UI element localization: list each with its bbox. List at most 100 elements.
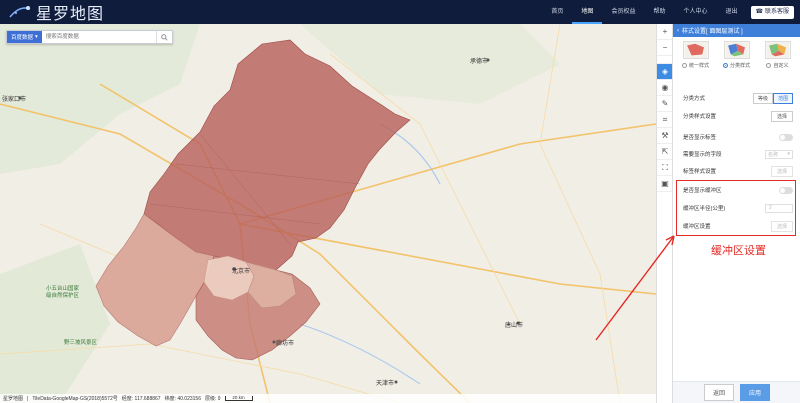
nav-logout[interactable]: 退出 — [716, 0, 746, 24]
target-icon: ◉ — [661, 83, 669, 92]
show-field-select[interactable]: 名称 ▾ — [765, 149, 793, 159]
panel-header: ‹ 样式设置[ 面图层测试 ] — [673, 24, 800, 37]
status-logo: 星罗地图 — [3, 396, 24, 402]
show-field-label: 需要显示的字段 — [683, 152, 722, 158]
toolbar-spacer — [657, 56, 673, 64]
nav-membership[interactable]: 会员权益 — [602, 0, 644, 24]
tools-button[interactable]: ⚒ — [657, 128, 673, 144]
image-button[interactable]: ▣ — [657, 176, 673, 192]
data-source-select[interactable]: 百度数据 ▾ — [7, 31, 42, 43]
top-bar: 星罗地图 首页 地图 会员权益 帮助 个人中心 退出 ☎ 联系客服 — [0, 0, 800, 24]
map-label-park-2: 级自然保护区 — [46, 293, 80, 299]
nav-help[interactable]: 帮助 — [644, 0, 674, 24]
zoom-out-button[interactable]: − — [657, 40, 673, 56]
search-input[interactable] — [41, 31, 156, 43]
ruler-icon: ✎ — [661, 99, 669, 108]
map-label-park-3: 野三坡风景区 — [64, 340, 98, 346]
map-base-layer — [0, 24, 656, 403]
classify-style-label: 分类样式设置 — [683, 114, 717, 120]
classify-method-label: 分类方式 — [683, 96, 706, 102]
style-type-options: 统一样式 分类样式 自定义 — [673, 37, 800, 69]
map-status-bar: 星罗地图 | TileData-GoogleMap-GS(2018)5572号 … — [0, 394, 656, 403]
measure-button[interactable]: ✎ — [657, 96, 673, 112]
radio-custom[interactable] — [766, 63, 772, 68]
chevron-down-icon: ▾ — [35, 34, 38, 40]
contact-support-button[interactable]: ☎ 联系客服 — [750, 5, 794, 19]
show-label-label: 是否显示标签 — [683, 135, 717, 141]
uniform-style-thumbnail — [682, 41, 709, 59]
top-nav: 首页 地图 会员权益 帮助 个人中心 退出 ☎ 联系客服 — [542, 0, 800, 24]
contact-support-label: 联系客服 — [764, 8, 789, 15]
apply-button[interactable]: 应用 — [740, 384, 771, 401]
chevron-down-icon: ▾ — [787, 151, 790, 157]
image-icon: ▣ — [661, 179, 669, 188]
map-label-beijing: 北京市 — [232, 269, 251, 275]
map-label-langfang: 廊坊市 — [276, 341, 295, 347]
wrench-icon: ⚒ — [661, 131, 669, 140]
star-logo-icon — [8, 3, 32, 21]
zoom-in-button[interactable]: + — [657, 24, 673, 40]
fullscreen-icon: ⛶ — [662, 162, 668, 172]
style-option-uniform[interactable]: 统一样式 — [677, 41, 715, 69]
nav-home[interactable]: 首页 — [542, 0, 572, 24]
classify-method-row: 分类方式 等级 范围 — [683, 92, 793, 104]
headset-icon: ☎ — [755, 8, 763, 15]
show-label-row: 是否显示标签 — [683, 131, 793, 143]
search-icon — [161, 33, 168, 41]
buffer-highlight-box — [676, 180, 796, 236]
label-style-row: 标签样式设置 选择 — [683, 165, 793, 177]
export-button[interactable]: ⇱ — [657, 144, 673, 160]
data-source-label: 百度数据 — [11, 35, 34, 41]
style-option-classified[interactable]: 分类样式 — [718, 41, 756, 69]
classify-style-select-button[interactable]: 选择 — [770, 110, 793, 122]
crop-icon: ⌗ — [662, 114, 668, 124]
fullscreen-button[interactable]: ⛶ — [657, 160, 673, 176]
export-icon: ⇱ — [661, 147, 669, 156]
locate-button[interactable]: ◉ — [657, 80, 673, 96]
show-field-row: 需要显示的字段 名称 ▾ — [683, 148, 793, 160]
app-logo[interactable]: 星罗地图 — [8, 2, 105, 23]
nav-map[interactable]: 地图 — [572, 0, 603, 24]
plus-icon: + — [662, 27, 668, 36]
back-arrow-icon[interactable]: ‹ — [677, 28, 679, 34]
style-option-custom[interactable]: 自定义 — [759, 41, 797, 69]
map-label-tangshan: 唐山市 — [505, 323, 524, 329]
classify-method-toggle: 等级 范围 — [752, 92, 793, 104]
classify-style-row: 分类样式设置 选择 — [683, 110, 793, 122]
map-search-bar: 百度数据 ▾ — [6, 30, 173, 44]
search-button[interactable] — [156, 31, 172, 43]
app-logo-text: 星罗地图 — [36, 4, 105, 23]
status-tile-source: TileData-GoogleMap-GS(2018)5572号 — [32, 396, 118, 402]
panel-title: 样式设置[ 面图层测试 ] — [682, 29, 743, 35]
map-canvas[interactable]: 张家口市 承德市 北京市 廊坊市 天津市 唐山市 小五台山国家 级自然保护区 野… — [0, 24, 656, 403]
panel-footer: 返回 应用 — [673, 381, 800, 403]
layers-button[interactable]: ◈ — [657, 64, 673, 80]
classify-option-range[interactable]: 范围 — [772, 92, 793, 104]
classify-option-level[interactable]: 等级 — [752, 92, 773, 104]
style-option-custom-label: 自定义 — [773, 63, 789, 69]
style-option-uniform-label: 统一样式 — [688, 63, 709, 69]
custom-style-thumbnail — [764, 41, 791, 59]
show-field-value: 名称 — [768, 151, 779, 158]
back-button[interactable]: 返回 — [703, 384, 734, 401]
layers-icon: ◈ — [661, 67, 669, 76]
radio-uniform[interactable] — [681, 63, 687, 68]
status-longitude: 经度: 117.688867 — [121, 396, 161, 402]
minus-icon: − — [662, 43, 668, 52]
show-label-toggle[interactable] — [779, 133, 793, 141]
map-label-chengde: 承德市 — [470, 59, 489, 65]
annotation-arrow — [595, 235, 675, 341]
crop-button[interactable]: ⌗ — [657, 112, 673, 128]
annotation-label: 缓冲区设置 — [711, 244, 766, 257]
map-label-tianjin: 天津市 — [376, 381, 395, 387]
label-style-label: 标签样式设置 — [683, 169, 717, 175]
nav-user-center[interactable]: 个人中心 — [674, 0, 716, 24]
classified-style-thumbnail — [723, 41, 750, 59]
status-zoom: 层级: 9 — [205, 396, 221, 402]
radio-classified[interactable] — [722, 63, 728, 68]
status-latitude: 纬度: 40.023156 — [164, 396, 201, 402]
label-style-select-button[interactable]: 选择 — [770, 165, 793, 177]
map-label-zhangjiakou: 张家口市 — [2, 97, 27, 103]
style-option-classified-label: 分类样式 — [729, 63, 750, 69]
map-scale-bar: 20 km — [224, 395, 253, 401]
